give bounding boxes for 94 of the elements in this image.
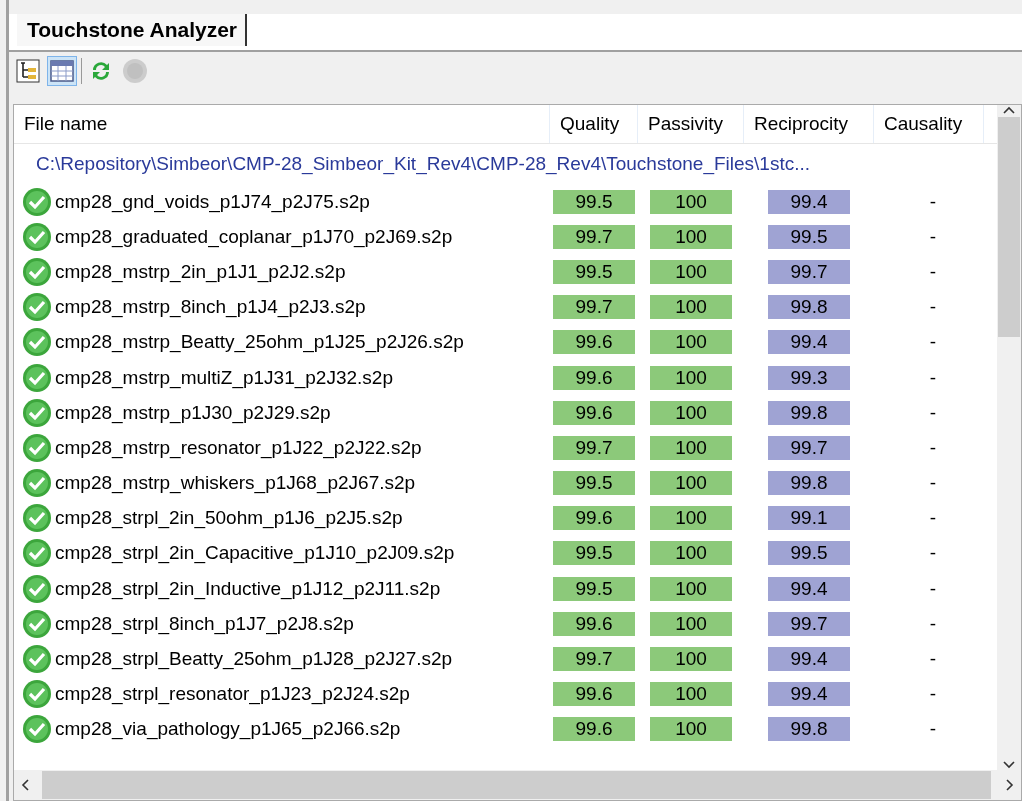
table-cell: 100 <box>650 259 732 284</box>
table-cell: 99.5 <box>768 541 850 566</box>
table-cell: 99.5 <box>553 471 635 496</box>
scroll-down-button[interactable] <box>1003 758 1015 770</box>
file-name: cmp28_mstrp_2in_p1J1_p2J2.s2p <box>55 260 346 283</box>
table-cell: 99.4 <box>768 647 850 672</box>
file-name: cmp28_via_pathology_p1J65_p2J66.s2p <box>55 718 401 741</box>
file-name: cmp28_strpl_Beatty_25ohm_p1J28_p2J27.s2p <box>55 648 453 671</box>
table-cell: 99.6 <box>553 717 635 742</box>
tree-view-icon[interactable] <box>13 56 43 86</box>
table-cell: 100 <box>650 400 732 425</box>
table-cell: - <box>929 507 937 530</box>
table-cell: 100 <box>650 295 732 320</box>
table-cell: 99.8 <box>768 295 850 320</box>
table-cell: - <box>929 260 937 283</box>
table-cell: 100 <box>650 611 732 636</box>
file-name: cmp28_mstrp_p1J30_p2J29.s2p <box>55 401 331 424</box>
table-cell: 99.6 <box>553 330 635 355</box>
scrollbar-thumb[interactable] <box>42 771 991 799</box>
table-cell: 99.6 <box>553 365 635 390</box>
table-cell: - <box>929 296 937 319</box>
table-view-icon[interactable] <box>47 56 77 86</box>
table-cell: 99.8 <box>768 717 850 742</box>
file-name: cmp28_gnd_voids_p1J74_p2J75.s2p <box>55 190 370 213</box>
table-cell: 99.6 <box>553 682 635 707</box>
table-cell: 99.7 <box>768 259 850 284</box>
table-cell: 100 <box>650 330 732 355</box>
file-name: cmp28_strpl_2in_Inductive_p1J12_p2J11.s2p <box>55 577 441 600</box>
table-cell: 99.7 <box>553 647 635 672</box>
table-cell: 100 <box>650 365 732 390</box>
table-cell: - <box>929 225 937 248</box>
folder-path: C:\Repository\Simbeor\CMP-28_Simbeor_Kit_Rev4\CMP-28_Rev4\Touchstone_Files\1stc... <box>35 152 812 177</box>
table-cell: 100 <box>650 471 732 496</box>
table-cell: 99.7 <box>553 295 635 320</box>
table-cell: 99.5 <box>768 224 850 249</box>
file-name: cmp28_mstrp_8inch_p1J4_p2J3.s2p <box>55 296 366 319</box>
table-cell: 99.5 <box>553 541 635 566</box>
column-header[interactable]: Passivity <box>638 105 744 143</box>
file-name: cmp28_strpl_8inch_p1J7_p2J8.s2p <box>55 612 354 635</box>
table-cell: 100 <box>650 647 732 672</box>
table-cell: 100 <box>650 541 732 566</box>
table-cell: 99.5 <box>553 576 635 601</box>
table-cell: 100 <box>650 682 732 707</box>
column-header[interactable]: File name <box>14 105 550 143</box>
file-name: cmp28_strpl_2in_50ohm_p1J6_p2J5.s2p <box>55 507 403 530</box>
table-cell: 99.3 <box>768 365 850 390</box>
table-cell: 99.4 <box>768 189 850 214</box>
table-cell: 99.5 <box>553 259 635 284</box>
table-cell: - <box>929 436 937 459</box>
table-cell: - <box>929 542 937 565</box>
table-cell: 99.6 <box>553 506 635 531</box>
table-cell: - <box>929 683 937 706</box>
table-cell: 100 <box>650 224 732 249</box>
table-cell: 99.7 <box>553 224 635 249</box>
table-cell: 99.4 <box>768 576 850 601</box>
table-cell: - <box>929 190 937 213</box>
scrollbar-thumb[interactable] <box>998 117 1020 337</box>
table-cell: 99.6 <box>553 400 635 425</box>
table-cell: 100 <box>650 435 732 460</box>
file-name: cmp28_graduated_coplanar_p1J70_p2J69.s2p <box>55 225 453 248</box>
table-cell: 99.5 <box>553 189 635 214</box>
table-cell: 99.7 <box>553 435 635 460</box>
table-cell: - <box>929 718 937 741</box>
table-cell: 100 <box>650 506 732 531</box>
table-cell: 100 <box>650 189 732 214</box>
table-cell: 100 <box>650 576 732 601</box>
column-header[interactable]: Causality <box>874 105 984 143</box>
table-cell: - <box>929 612 937 635</box>
table-cell: 99.8 <box>768 471 850 496</box>
file-name: cmp28_strpl_2in_Capacitive_p1J10_p2J09.s2p <box>55 542 455 565</box>
table-cell: 99.1 <box>768 506 850 531</box>
table-cell: 99.8 <box>768 400 850 425</box>
column-header[interactable]: Quality <box>550 105 638 143</box>
table-cell: - <box>929 366 937 389</box>
table-cell: 99.7 <box>768 611 850 636</box>
file-name: cmp28_mstrp_Beatty_25ohm_p1J25_p2J26.s2p <box>55 331 464 354</box>
table-cell: 99.4 <box>768 330 850 355</box>
scroll-right-button[interactable] <box>1003 779 1015 791</box>
column-header[interactable]: Reciprocity <box>744 105 874 143</box>
table-cell: - <box>929 401 937 424</box>
table-cell: - <box>929 472 937 495</box>
file-name: cmp28_mstrp_whiskers_p1J68_p2J67.s2p <box>55 472 416 495</box>
table-cell: 99.6 <box>553 611 635 636</box>
table-cell: 99.4 <box>768 682 850 707</box>
scroll-left-button[interactable] <box>20 779 32 791</box>
table-cell: - <box>929 331 937 354</box>
table-cell: - <box>929 577 937 600</box>
file-name: cmp28_mstrp_resonator_p1J22_p2J22.s2p <box>55 436 422 459</box>
file-name: cmp28_strpl_resonator_p1J23_p2J24.s2p <box>55 683 410 706</box>
table-cell: 99.7 <box>768 435 850 460</box>
tab[interactable]: Touchstone Analyzer <box>17 14 248 46</box>
table-cell: 100 <box>650 717 732 742</box>
table-cell: - <box>929 648 937 671</box>
file-name: cmp28_mstrp_multiZ_p1J31_p2J32.s2p <box>55 366 393 389</box>
